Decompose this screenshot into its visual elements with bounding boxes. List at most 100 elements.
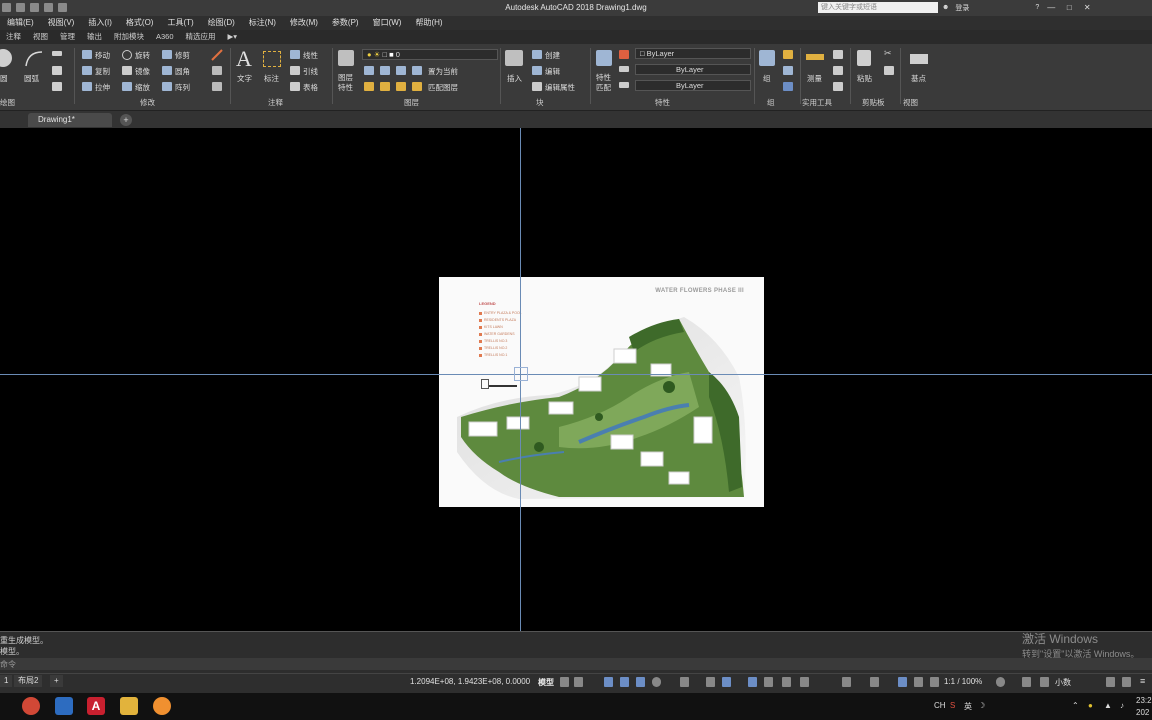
edit-attributes-icon[interactable]	[532, 82, 542, 91]
scale-icon[interactable]	[122, 82, 132, 91]
trim-icon[interactable]	[162, 50, 172, 59]
rotate-icon[interactable]	[122, 50, 132, 60]
units-icon[interactable]	[1040, 677, 1049, 687]
stretch-icon[interactable]	[82, 82, 92, 91]
help-icon[interactable]: ?	[1035, 4, 1039, 11]
paste-button[interactable]: 粘贴	[857, 73, 872, 84]
stretch-button[interactable]: 拉伸	[95, 82, 110, 93]
copy-clip-icon[interactable]	[884, 66, 894, 75]
maximize-button[interactable]: □	[1063, 2, 1075, 13]
menu-window[interactable]: 窗口(W)	[366, 16, 409, 30]
array-button[interactable]: 阵列	[175, 82, 190, 93]
new-tab-button[interactable]: +	[120, 114, 132, 126]
tab-annotate[interactable]: 注释	[0, 30, 27, 44]
auto-scale-icon[interactable]	[914, 677, 923, 687]
layer-properties-icon[interactable]	[338, 50, 354, 66]
array-icon[interactable]	[162, 82, 172, 91]
layer-unisolate-icon[interactable]	[380, 82, 390, 91]
clock-time[interactable]: 23:2	[1136, 696, 1152, 705]
scale-button[interactable]: 缩放	[135, 82, 150, 93]
edit-block-icon[interactable]	[532, 66, 542, 75]
volume-icon[interactable]: ♪	[1120, 701, 1124, 710]
tray-app-icon[interactable]: ●	[1088, 701, 1093, 710]
group-edit-icon[interactable]	[783, 66, 793, 75]
trim-button[interactable]: 修剪	[175, 50, 190, 61]
annotation-scale-icon[interactable]	[930, 677, 939, 687]
fillet-button[interactable]: 圆角	[175, 66, 190, 77]
text-icon[interactable]: A	[236, 46, 252, 72]
clock-date[interactable]: 202	[1136, 708, 1149, 717]
lineweight-toggle-icon[interactable]	[722, 677, 731, 687]
tab-manage[interactable]: 管理	[54, 30, 81, 44]
layer-dropdown[interactable]: ● ☀ □ ■ 0	[362, 49, 498, 60]
text-button[interactable]: 文字	[237, 73, 252, 84]
measure-button[interactable]: 测量	[807, 73, 822, 84]
moon-icon[interactable]: ☽	[978, 701, 985, 710]
offset-icon[interactable]	[212, 82, 222, 91]
autocad-icon[interactable]: A	[87, 697, 105, 715]
annotation-monitor-icon[interactable]	[1022, 677, 1031, 687]
match-properties-icon[interactable]	[596, 50, 612, 66]
command-line-input[interactable]: 命令	[0, 658, 1152, 670]
layout-tab-1[interactable]: 1	[0, 675, 13, 687]
measure-icon[interactable]	[806, 54, 824, 60]
dynamic-ucs-icon[interactable]	[800, 677, 809, 687]
search-input[interactable]: 键入关键字或短语	[818, 2, 938, 13]
create-block-icon[interactable]	[532, 50, 542, 59]
layout-tab-2[interactable]: 布局2	[14, 675, 43, 687]
mirror-button[interactable]: 镜像	[135, 66, 150, 77]
menu-tools[interactable]: 工具(T)	[160, 16, 200, 30]
transparency-icon[interactable]	[748, 677, 757, 687]
3d-osnap-icon[interactable]	[782, 677, 791, 687]
object-snap-icon[interactable]	[706, 677, 715, 687]
table-icon[interactable]	[290, 82, 300, 91]
layer-properties-button[interactable]: 图层 特性	[338, 73, 353, 93]
calculator-icon[interactable]	[833, 82, 843, 91]
group-button[interactable]: 组	[763, 73, 771, 84]
erase-icon[interactable]	[210, 48, 224, 62]
customize-menu-icon[interactable]: ≡	[1140, 676, 1145, 686]
layer-freeze-icon[interactable]	[396, 66, 406, 75]
create-block-button[interactable]: 创建	[545, 50, 560, 61]
units-dropdown[interactable]: 小数	[1055, 677, 1071, 688]
wifi-icon[interactable]: ▲	[1104, 701, 1112, 710]
dynamic-input-icon[interactable]	[620, 677, 629, 687]
cut-icon[interactable]: ✂	[884, 48, 892, 59]
hatch-icon[interactable]	[52, 66, 62, 75]
layer-lock-icon[interactable]	[412, 66, 422, 75]
leader-button[interactable]: 引线	[303, 66, 318, 77]
circle-icon[interactable]	[0, 49, 12, 67]
ungroup-icon[interactable]	[783, 50, 793, 59]
edit-block-button[interactable]: 编辑	[545, 66, 560, 77]
copy-button[interactable]: 复制	[95, 66, 110, 77]
minimize-button[interactable]: —	[1045, 2, 1057, 13]
group-select-icon[interactable]	[783, 82, 793, 91]
menu-draw[interactable]: 绘图(D)	[201, 16, 242, 30]
linear-icon[interactable]	[290, 50, 300, 59]
quick-properties-icon[interactable]	[1106, 677, 1115, 687]
tray-chevron-icon[interactable]: ⌃	[1072, 701, 1079, 710]
user-icon[interactable]: ☻	[942, 4, 949, 11]
annotation-scale-dropdown[interactable]: 1:1 / 100%	[944, 677, 982, 686]
file-explorer-icon[interactable]	[120, 697, 138, 715]
dimension-icon[interactable]	[263, 51, 281, 67]
rectangle-icon[interactable]	[52, 51, 62, 56]
match-properties-button[interactable]: 特性 匹配	[596, 73, 611, 93]
menu-modify[interactable]: 修改(M)	[283, 16, 325, 30]
rotate-button[interactable]: 旋转	[135, 50, 150, 61]
menu-parametric[interactable]: 参数(P)	[325, 16, 366, 30]
tab-featured-apps[interactable]: 精选应用	[180, 30, 222, 44]
tab-addins[interactable]: 附加模块	[108, 30, 150, 44]
annotation-visibility-icon[interactable]	[898, 677, 907, 687]
layer-on-icon[interactable]	[364, 82, 374, 91]
base-view-icon[interactable]	[910, 54, 928, 64]
workspace-gear-icon[interactable]	[996, 677, 1005, 687]
explode-icon[interactable]	[212, 66, 222, 75]
linetype-dropdown[interactable]: ByLayer	[635, 64, 751, 75]
snap-icon[interactable]	[574, 677, 583, 687]
menu-dimension[interactable]: 标注(N)	[242, 16, 283, 30]
ribbon-options-icon[interactable]: ▶▾	[222, 30, 244, 44]
polar-icon[interactable]	[652, 677, 661, 687]
insert-button[interactable]: 插入	[507, 73, 522, 84]
close-button[interactable]: ✕	[1081, 2, 1093, 13]
